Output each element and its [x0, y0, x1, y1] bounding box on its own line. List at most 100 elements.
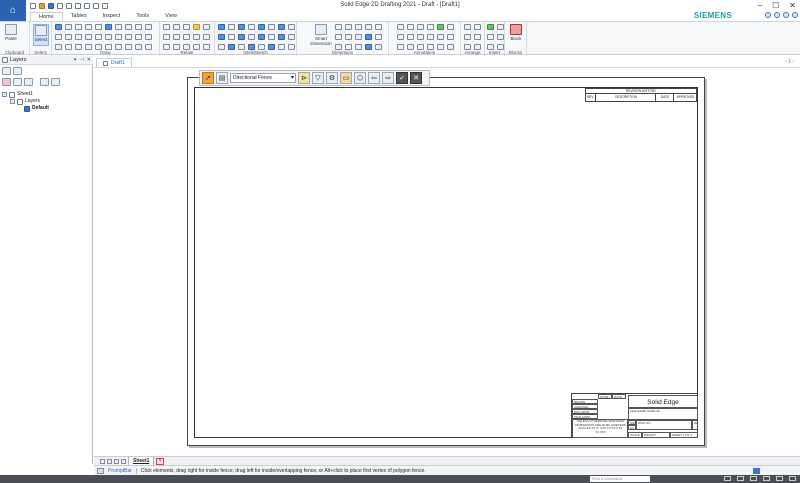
show-layer-icon[interactable]	[13, 78, 22, 86]
filter-options-icon[interactable]: ⚙	[326, 72, 338, 84]
trim-icon[interactable]	[125, 24, 132, 30]
dim-style-icon[interactable]	[365, 34, 372, 40]
alignment-snap-icon[interactable]	[248, 34, 255, 40]
first-sheet-icon[interactable]	[100, 458, 105, 464]
node-snap-icon[interactable]	[278, 34, 285, 40]
rotate-icon[interactable]	[95, 34, 102, 40]
datum-frame-icon[interactable]	[437, 34, 444, 40]
send-backward-icon[interactable]	[474, 34, 481, 40]
center-mark-icon[interactable]	[437, 24, 444, 30]
line-icon[interactable]	[55, 24, 62, 30]
surface-texture-icon[interactable]	[397, 34, 404, 40]
collapse-icon[interactable]: −	[10, 99, 15, 104]
help-icon[interactable]	[765, 12, 771, 18]
move-down-icon[interactable]	[51, 78, 60, 86]
tangent-relate-icon[interactable]	[193, 24, 200, 30]
ellipse-icon[interactable]	[65, 34, 72, 40]
feature-control-icon[interactable]	[427, 34, 434, 40]
hyperlink-icon[interactable]	[487, 34, 494, 40]
delete-layer-icon[interactable]	[2, 78, 11, 86]
tab-home[interactable]: Home	[30, 12, 63, 21]
chamfer-dim-icon[interactable]	[335, 34, 342, 40]
fillet-icon[interactable]	[95, 24, 102, 30]
angle-between-icon[interactable]	[345, 24, 352, 30]
tab-tools[interactable]: Tools	[128, 12, 157, 21]
auto-dim-icon[interactable]	[355, 34, 362, 40]
distance-between-icon[interactable]	[335, 24, 342, 30]
filter-icon[interactable]: ▽	[312, 72, 324, 84]
scale-icon[interactable]	[105, 34, 112, 40]
symmetric-diameter-icon[interactable]	[375, 24, 382, 30]
print-icon[interactable]	[57, 2, 63, 9]
chamfer-icon[interactable]	[135, 34, 142, 40]
smart-dimension-button[interactable]: Smart Dimension	[310, 24, 332, 46]
layer-properties-icon[interactable]	[13, 67, 22, 75]
silhouette-snap-icon[interactable]	[278, 24, 285, 30]
prompt-bar-icon[interactable]	[97, 467, 104, 474]
split-icon[interactable]	[145, 24, 152, 30]
paste-icon[interactable]	[93, 2, 99, 9]
previous-icon[interactable]: ⇦	[368, 72, 380, 84]
block-button[interactable]: Block	[508, 24, 524, 46]
next-sheet-icon[interactable]	[114, 458, 119, 464]
title-block[interactable]: NAME DATE DRAWN CHECKED ENG APPR MGR APP…	[571, 393, 698, 438]
rectangle-fence-icon[interactable]: ▭	[340, 72, 352, 84]
undo-icon[interactable]	[66, 2, 72, 9]
horizontal-snap-icon[interactable]	[218, 34, 225, 40]
tree-node-sheet[interactable]: − Sheet1	[2, 91, 49, 98]
send-back-icon[interactable]	[474, 24, 481, 30]
document-tab[interactable]: Draft1	[96, 58, 132, 67]
pin-icon[interactable]: ⊣	[79, 57, 83, 63]
tree-node-layers[interactable]: − Layers	[2, 98, 49, 105]
tab-inspect[interactable]: Inspect	[95, 12, 129, 21]
polygon-fence-icon[interactable]: ⬠	[354, 72, 366, 84]
circle-icon[interactable]	[55, 34, 62, 40]
horizontal-icon[interactable]	[173, 24, 180, 30]
fence-mode-select[interactable]: Directional Fence	[230, 73, 296, 83]
tab-view[interactable]: View	[157, 12, 185, 21]
insert-object-icon[interactable]	[497, 24, 504, 30]
select-arrow-icon[interactable]: ➚	[202, 72, 214, 84]
panel-dropdown-icon[interactable]: ▾	[74, 57, 77, 63]
bring-forward-icon[interactable]	[464, 34, 471, 40]
connect-icon[interactable]	[163, 24, 170, 30]
view-options-icon[interactable]	[789, 476, 796, 481]
endpoint-snap-icon[interactable]	[218, 24, 225, 30]
options-icon[interactable]: ▤	[216, 72, 228, 84]
new-icon[interactable]	[30, 2, 36, 9]
panel-close-icon[interactable]: ✕	[87, 57, 91, 63]
notification-icon[interactable]	[783, 12, 789, 18]
select-filter-icon[interactable]: ⊳	[298, 72, 310, 84]
center-line-icon[interactable]	[447, 24, 454, 30]
extension-snap-icon[interactable]	[288, 34, 295, 40]
intersection-snap-icon[interactable]	[248, 24, 255, 30]
insert-image-icon[interactable]	[487, 24, 494, 30]
accept-icon[interactable]: ✓	[396, 72, 408, 84]
search-icon[interactable]	[774, 12, 780, 18]
select-button[interactable]: Select	[33, 24, 49, 46]
insert-file-icon[interactable]	[497, 34, 504, 40]
grid-snap-icon[interactable]	[258, 34, 265, 40]
coordinate-dim-icon[interactable]	[355, 24, 362, 30]
callout-icon[interactable]	[397, 24, 404, 30]
paste-button[interactable]: Paste	[3, 24, 19, 46]
find-command-input[interactable]: Find a command	[590, 476, 650, 482]
save-icon[interactable]	[48, 2, 54, 9]
revision-table[interactable]: REVISION HISTORY REV DESCRIPTION DATE AP…	[585, 88, 697, 102]
ribbon-collapse-icon[interactable]	[792, 12, 798, 18]
hide-layer-icon[interactable]	[24, 78, 33, 86]
perpendicular-icon[interactable]	[163, 34, 170, 40]
edge-condition-icon[interactable]	[417, 34, 424, 40]
lock-icon[interactable]	[203, 24, 210, 30]
extend-icon[interactable]	[135, 24, 142, 30]
attach-dim-icon[interactable]	[375, 34, 382, 40]
point-on-snap-icon[interactable]	[288, 24, 295, 30]
polygon-icon[interactable]	[115, 24, 122, 30]
pan-icon[interactable]	[776, 476, 783, 481]
arc-icon[interactable]	[75, 24, 82, 30]
concentric-icon[interactable]	[203, 34, 210, 40]
last-sheet-icon[interactable]	[121, 458, 126, 464]
minimize-button[interactable]: –	[758, 1, 762, 10]
redo-icon[interactable]	[75, 2, 81, 9]
symmetric-icon[interactable]	[193, 34, 200, 40]
